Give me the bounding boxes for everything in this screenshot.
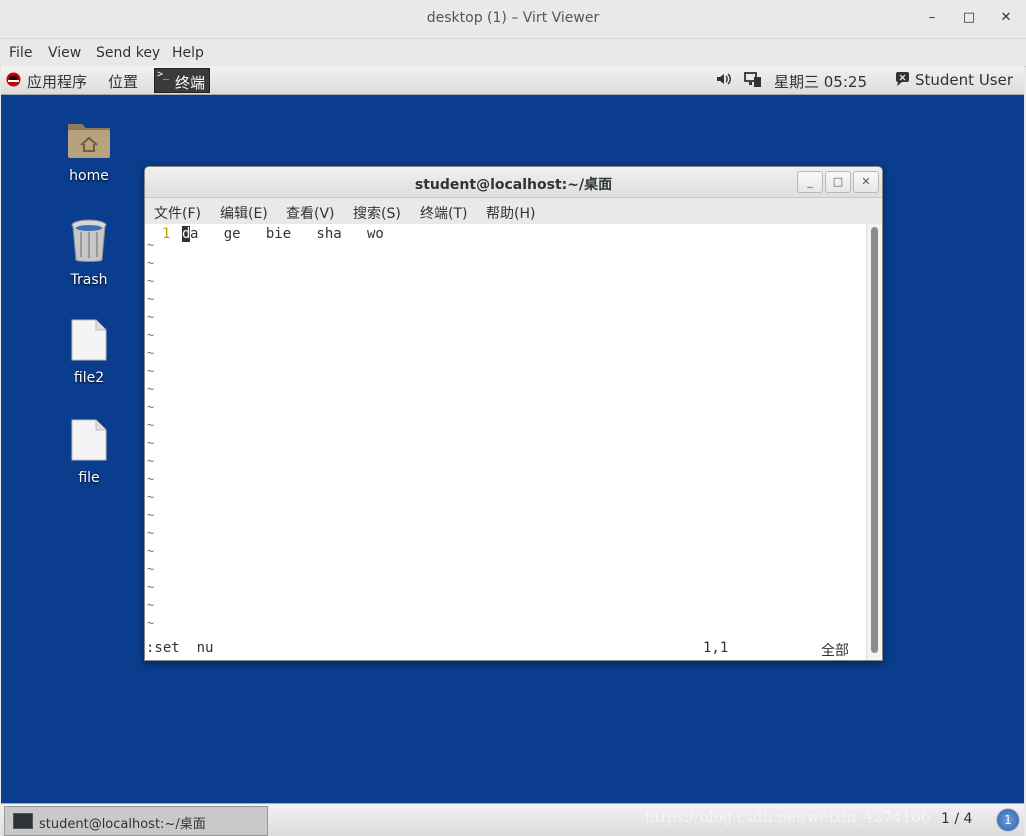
trash-label: Trash — [70, 272, 108, 288]
redhat-icon[interactable] — [6, 72, 21, 91]
empty-line-tilde: ~ — [147, 616, 155, 630]
scroll-indicator: 全部 — [821, 643, 849, 659]
taskbar-item-label: student@localhost:~/桌面 — [39, 817, 206, 832]
desktop-icon-file[interactable]: file — [49, 418, 129, 486]
maximize-button[interactable]: □ — [960, 10, 978, 25]
menu-send-key[interactable]: Send key — [96, 45, 160, 61]
terminal-launcher[interactable]: >_ 终端 — [154, 68, 210, 93]
command-line: :set nu — [146, 640, 214, 656]
terminal-content[interactable]: 1 d a ge bie sha wo ~ ~ ~ ~ ~ ~ ~ ~ ~ ~ ~ ~ ~ ~ ~ ~ ~ ~ ~ ~… — [145, 224, 867, 660]
empty-line-tilde: ~ — [147, 310, 155, 324]
terminal-menu-edit[interactable]: 编辑(E) — [220, 203, 268, 223]
top-panel: 应用程序 位置 >_ 终端 星期三 05:25 Student User — [1, 66, 1024, 95]
clock[interactable]: 星期三 05:25 — [774, 71, 867, 92]
terminal-scrollbar[interactable] — [866, 224, 882, 660]
network-icon[interactable] — [744, 71, 762, 92]
user-icon — [895, 71, 911, 91]
empty-line-tilde: ~ — [147, 472, 155, 486]
empty-line-tilde: ~ — [147, 418, 155, 432]
menu-help[interactable]: Help — [172, 45, 204, 61]
empty-line-tilde: ~ — [147, 490, 155, 504]
menu-view[interactable]: View — [48, 45, 81, 61]
empty-line-tilde: ~ — [147, 526, 155, 540]
empty-line-tilde: ~ — [147, 328, 155, 342]
empty-line-tilde: ~ — [147, 400, 155, 414]
document-icon — [71, 419, 107, 461]
volume-icon[interactable] — [715, 70, 733, 92]
empty-line-tilde: ~ — [147, 382, 155, 396]
empty-line-tilde: ~ — [147, 508, 155, 522]
applications-menu[interactable]: 应用程序 — [27, 71, 87, 92]
line-number: 1 — [162, 226, 171, 242]
file2-label: file2 — [73, 370, 105, 386]
empty-line-tilde: ~ — [147, 274, 155, 288]
home-label: home — [69, 168, 109, 184]
empty-line-tilde: ~ — [147, 580, 155, 594]
scrollbar-thumb[interactable] — [871, 227, 878, 653]
menubar: File View Send key Help — [0, 39, 1026, 67]
desktop-icon-trash[interactable]: Trash — [49, 218, 129, 288]
close-button[interactable]: ✕ — [997, 10, 1015, 25]
app-titlebar: desktop (1) – Virt Viewer – □ ✕ — [0, 0, 1026, 39]
empty-line-tilde: ~ — [147, 454, 155, 468]
document-icon — [71, 319, 107, 361]
cursor-position: 1,1 — [703, 640, 729, 656]
bottom-panel: student@localhost:~/桌面 https://blog.csdn… — [1, 803, 1024, 836]
empty-line-tilde: ~ — [147, 544, 155, 558]
terminal-icon: >_ — [157, 69, 170, 80]
workspace-indicator[interactable]: 1 / 4 — [941, 811, 972, 827]
menu-file[interactable]: File — [9, 45, 32, 61]
minimize-button[interactable]: – — [923, 10, 941, 25]
trash-icon — [71, 219, 107, 262]
terminal-menubar: 文件(F) 编辑(E) 查看(V) 搜索(S) 终端(T) 帮助(H) — [145, 198, 882, 224]
desktop-icon-home[interactable]: home — [49, 118, 129, 184]
terminal-title: student@localhost:~/桌面 — [414, 177, 613, 193]
workspace-switcher-button[interactable]: 1 — [996, 808, 1020, 832]
terminal-menu-view[interactable]: 查看(V) — [286, 203, 335, 223]
terminal-maximize-button[interactable]: □ — [825, 171, 851, 193]
empty-line-tilde: ~ — [147, 346, 155, 360]
terminal-menu-terminal[interactable]: 终端(T) — [420, 203, 467, 223]
window-title: desktop (1) – Virt Viewer — [426, 10, 600, 26]
terminal-menu-search[interactable]: 搜索(S) — [353, 203, 401, 223]
terminal-titlebar[interactable]: student@localhost:~/桌面 _ □ ✕ — [145, 167, 882, 198]
places-menu[interactable]: 位置 — [108, 71, 138, 92]
taskbar-terminal-button[interactable]: student@localhost:~/桌面 — [4, 806, 268, 836]
watermark: https://blog.csdn.net/weixin_4274186 — [645, 808, 931, 826]
user-menu[interactable]: Student User — [915, 71, 1013, 89]
terminal-window[interactable]: student@localhost:~/桌面 _ □ ✕ 文件(F) 编辑(E)… — [144, 166, 883, 661]
guest-desktop[interactable]: 应用程序 位置 >_ 终端 星期三 05:25 Student User hom… — [1, 66, 1024, 836]
editor-line: a ge bie sha wo — [190, 226, 384, 242]
empty-line-tilde: ~ — [147, 598, 155, 612]
desktop-icon-file2[interactable]: file2 — [49, 318, 129, 386]
home-folder-icon — [68, 124, 110, 158]
empty-line-tilde: ~ — [147, 256, 155, 270]
empty-line-tilde: ~ — [147, 562, 155, 576]
file-label: file — [78, 470, 100, 486]
empty-line-tilde: ~ — [147, 238, 155, 252]
terminal-menu-help[interactable]: 帮助(H) — [486, 203, 535, 223]
terminal-close-button[interactable]: ✕ — [853, 171, 879, 193]
empty-line-tilde: ~ — [147, 436, 155, 450]
terminal-minimize-button[interactable]: _ — [797, 171, 823, 193]
terminal-icon — [13, 813, 33, 829]
terminal-launcher-label: 终端 — [175, 74, 206, 92]
empty-line-tilde: ~ — [147, 292, 155, 306]
empty-line-tilde: ~ — [147, 364, 155, 378]
terminal-menu-file[interactable]: 文件(F) — [154, 203, 201, 223]
